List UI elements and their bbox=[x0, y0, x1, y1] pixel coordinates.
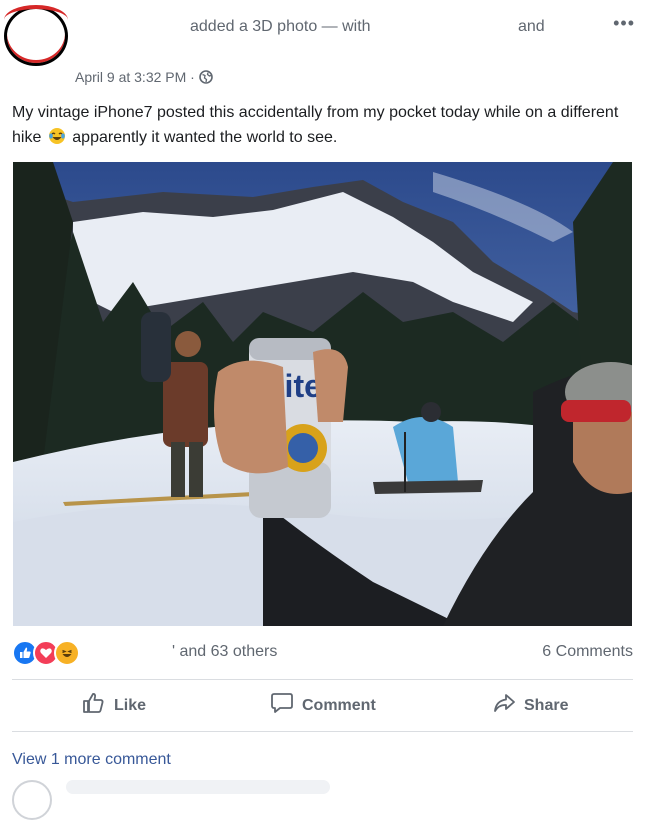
post-actions: Like Comment Share bbox=[0, 684, 649, 728]
share-button[interactable]: Share bbox=[492, 692, 568, 719]
comments-count[interactable]: 6 Comments bbox=[542, 643, 633, 661]
divider bbox=[12, 679, 633, 680]
share-label: Share bbox=[524, 696, 569, 714]
share-arrow-icon bbox=[492, 692, 516, 719]
divider bbox=[12, 731, 633, 732]
view-more-comments-link[interactable]: View 1 more comment bbox=[12, 751, 171, 769]
post-photo[interactable]: Lite bbox=[13, 162, 632, 626]
comment-label: Comment bbox=[302, 696, 376, 714]
reaction-icons[interactable] bbox=[12, 640, 80, 666]
reactors-summary[interactable]: ' and 63 others bbox=[172, 643, 277, 661]
like-button[interactable]: Like bbox=[82, 692, 146, 719]
tagged-conjunction: and bbox=[518, 18, 545, 35]
comment-bubble-icon bbox=[270, 692, 294, 719]
thumbs-up-icon bbox=[82, 692, 106, 719]
facebook-post: added a 3D photo — with and ••• April 9 … bbox=[0, 0, 649, 820]
like-label: Like bbox=[114, 696, 147, 714]
commenter-avatar[interactable] bbox=[12, 780, 52, 820]
comment-bubble bbox=[66, 780, 330, 794]
post-action-text: added a 3D photo — with bbox=[190, 18, 371, 35]
timestamp[interactable]: April 9 at 3:32 PM · bbox=[75, 69, 195, 85]
post-meta: April 9 at 3:32 PM · bbox=[75, 69, 213, 85]
comment-button[interactable]: Comment bbox=[270, 692, 376, 719]
haha-reaction-icon bbox=[54, 640, 80, 666]
avatar[interactable] bbox=[4, 5, 68, 66]
post-text-part2: apparently it wanted the world to see. bbox=[72, 129, 338, 146]
more-horizontal-icon[interactable]: ••• bbox=[613, 14, 635, 32]
post-text: My vintage iPhone7 posted this accidenta… bbox=[12, 100, 632, 150]
laughing-tears-emoji bbox=[48, 127, 66, 145]
globe-icon bbox=[199, 70, 213, 84]
